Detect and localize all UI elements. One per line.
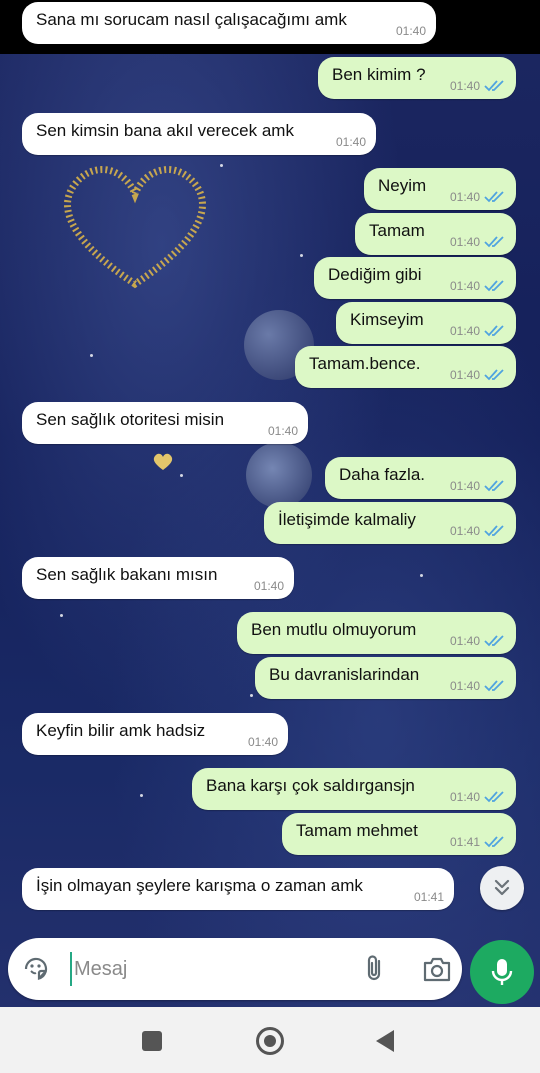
message-outgoing[interactable]: Bu davranislarindan 01:40 xyxy=(255,657,516,699)
message-time: 01:40 xyxy=(449,235,480,249)
golden-heart-decoration xyxy=(64,166,206,289)
message-outgoing[interactable]: Daha fazla. 01:40 xyxy=(325,457,516,499)
double-check-icon xyxy=(484,680,504,692)
triangle-back-icon[interactable] xyxy=(376,1030,394,1052)
message-text: Daha fazla. xyxy=(339,465,425,484)
message-time: 01:40 xyxy=(449,190,480,204)
message-outgoing[interactable]: Neyim 01:40 xyxy=(364,168,516,210)
double-check-icon xyxy=(484,236,504,248)
message-text: Bu davranislarindan xyxy=(269,665,420,684)
message-time: 01:40 xyxy=(449,790,480,804)
message-time: 01:40 xyxy=(247,735,278,749)
message-text: Dediğim gibi xyxy=(328,265,422,284)
message-incoming[interactable]: İşin olmayan şeylere karışma o zaman amk… xyxy=(22,868,454,910)
message-time: 01:40 xyxy=(449,634,480,648)
message-outgoing[interactable]: Dediğim gibi 01:40 xyxy=(314,257,516,299)
message-time: 01:40 xyxy=(449,679,480,693)
message-time: 01:40 xyxy=(395,24,426,38)
double-check-icon xyxy=(484,480,504,492)
double-check-icon xyxy=(484,525,504,537)
message-time: 01:41 xyxy=(413,890,444,904)
double-check-icon xyxy=(484,80,504,92)
message-time: 01:40 xyxy=(449,479,480,493)
message-text: Tamam xyxy=(369,221,425,240)
message-text: Sen sağlık bakanı mısın xyxy=(36,565,218,584)
microphone-icon xyxy=(491,959,513,985)
message-time: 01:41 xyxy=(449,835,480,849)
message-incoming[interactable]: Sen sağlık bakanı mısın 01:40 xyxy=(22,557,294,599)
message-incoming[interactable]: Sen kimsin bana akıl verecek amk 01:40 xyxy=(22,113,376,155)
voice-message-button[interactable] xyxy=(470,940,534,1004)
message-text: Bana karşı çok saldırgansjn xyxy=(206,776,415,795)
message-outgoing[interactable]: Bana karşı çok saldırgansjn 01:40 xyxy=(192,768,516,810)
message-text: Kimseyim xyxy=(350,310,424,329)
message-outgoing[interactable]: Ben kimim ? 01:40 xyxy=(318,57,516,99)
message-text: İşin olmayan şeylere karışma o zaman amk xyxy=(36,876,363,895)
double-check-icon xyxy=(484,280,504,292)
circle-home-icon[interactable] xyxy=(256,1027,284,1055)
message-text: Sen sağlık otoritesi misin xyxy=(36,410,225,429)
message-text: Sen kimsin bana akıl verecek amk xyxy=(36,121,294,140)
message-time: 01:40 xyxy=(449,79,480,93)
double-check-icon xyxy=(484,791,504,803)
double-check-icon xyxy=(484,191,504,203)
message-incoming[interactable]: Sen sağlık otoritesi misin 01:40 xyxy=(22,402,308,444)
message-text: Ben mutlu olmuyorum xyxy=(251,620,417,639)
message-text: Sana mı sorucam nasıl çalışacağımı amk xyxy=(36,10,347,29)
double-check-icon xyxy=(484,325,504,337)
system-navigation-bar xyxy=(0,1007,540,1073)
message-time: 01:40 xyxy=(449,524,480,538)
square-recents-icon[interactable] xyxy=(142,1031,162,1051)
message-time: 01:40 xyxy=(253,579,284,593)
message-text: Tamam.bence. xyxy=(309,354,421,373)
sticker-emoji-icon[interactable] xyxy=(22,955,50,983)
double-check-icon xyxy=(484,635,504,647)
message-time: 01:40 xyxy=(335,135,366,149)
message-text: İletişimde kalmaliy xyxy=(278,510,416,529)
message-time: 01:40 xyxy=(449,324,480,338)
camera-icon[interactable] xyxy=(422,955,452,983)
message-outgoing[interactable]: Tamam.bence. 01:40 xyxy=(295,346,516,388)
message-time: 01:40 xyxy=(449,368,480,382)
message-outgoing[interactable]: İletişimde kalmaliy 01:40 xyxy=(264,502,516,544)
double-chevron-down-icon xyxy=(494,879,510,896)
small-heart-decoration xyxy=(153,453,173,470)
scroll-to-bottom-button[interactable] xyxy=(480,866,524,910)
message-text: Keyfin bilir amk hadsiz xyxy=(36,721,206,740)
message-outgoing[interactable]: Kimseyim 01:40 xyxy=(336,302,516,344)
message-text: Neyim xyxy=(378,176,427,195)
message-outgoing[interactable]: Ben mutlu olmuyorum 01:40 xyxy=(237,612,516,654)
message-outgoing[interactable]: Tamam mehmet 01:41 xyxy=(282,813,516,855)
double-check-icon xyxy=(484,836,504,848)
message-text: Tamam mehmet xyxy=(296,821,418,840)
message-outgoing[interactable]: Tamam 01:40 xyxy=(355,213,516,255)
message-composer xyxy=(8,938,462,1000)
double-check-icon xyxy=(484,369,504,381)
message-incoming[interactable]: Keyfin bilir amk hadsiz 01:40 xyxy=(22,713,288,755)
message-text: Ben kimim ? xyxy=(332,65,426,84)
planet-decoration xyxy=(246,442,312,508)
paperclip-icon[interactable] xyxy=(360,954,390,984)
message-time: 01:40 xyxy=(449,279,480,293)
message-time: 01:40 xyxy=(267,424,298,438)
message-incoming[interactable]: Sana mı sorucam nasıl çalışacağımı amk 0… xyxy=(22,2,436,44)
message-input[interactable] xyxy=(70,952,340,986)
